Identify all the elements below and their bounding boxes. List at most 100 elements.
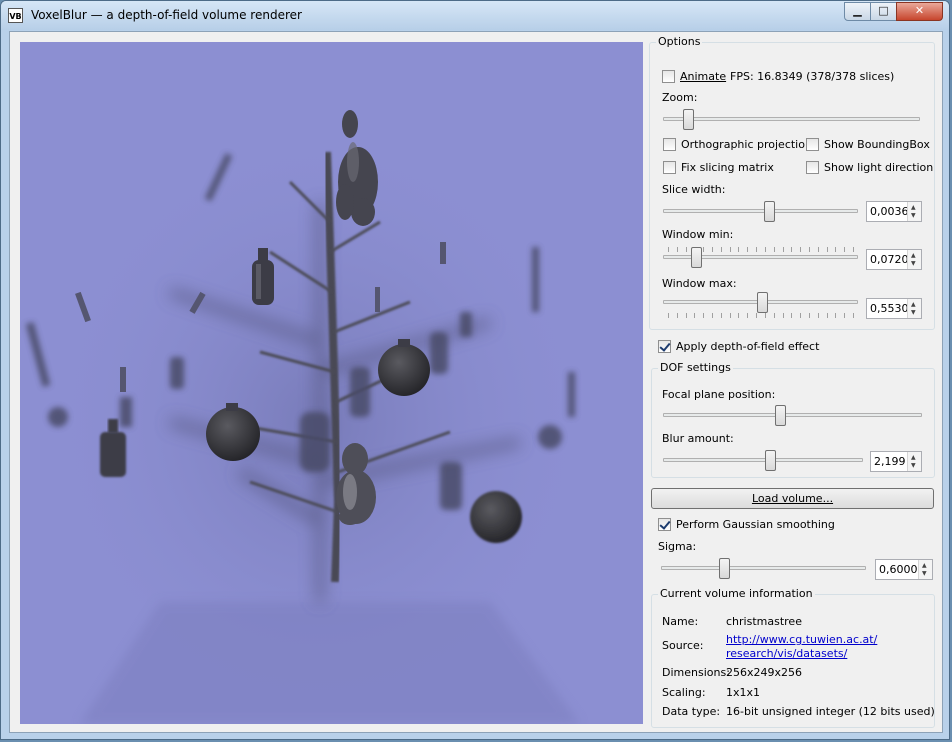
render-viewport[interactable] <box>20 42 643 724</box>
info-source-link-line2[interactable]: research/vis/datasets/ <box>726 647 847 660</box>
slice-width-slider-track[interactable] <box>663 209 858 213</box>
apply-dof-checkbox[interactable] <box>658 340 671 353</box>
fps-readout: FPS: 16.8349 (378/378 slices) <box>730 70 895 83</box>
slider-tick <box>676 247 678 252</box>
zoom-label: Zoom: <box>662 91 698 104</box>
focal-plane-slider-track[interactable] <box>663 413 922 417</box>
info-scaling-label: Scaling: <box>662 686 706 699</box>
slider-tick <box>729 247 731 252</box>
slider-tick <box>720 313 722 318</box>
sigma-spinbox[interactable]: 0,6000 ▲ ▼ <box>875 559 933 580</box>
control-panel: Options Animate FPS: 16.8349 (378/378 sl… <box>649 35 935 730</box>
sigma-spin-arrows[interactable]: ▲ ▼ <box>918 560 932 579</box>
load-volume-button[interactable]: Load volume... <box>651 488 934 509</box>
window-min-slider-handle[interactable] <box>690 247 702 268</box>
focal-plane-slider-handle[interactable] <box>774 405 786 426</box>
title-bar[interactable]: VB VoxelBlur — a depth-of-field volume r… <box>1 1 949 30</box>
blur-amount-slider-track[interactable] <box>663 458 863 462</box>
slider-tick <box>747 313 749 318</box>
slider-tick <box>668 247 669 252</box>
show-bbox-checkbox[interactable] <box>806 138 819 151</box>
zoom-slider-track[interactable] <box>663 117 920 121</box>
volume-rendering <box>20 42 643 724</box>
window-max-spinbox[interactable]: 0,5530 ▲ ▼ <box>866 298 922 319</box>
blur-amount-spinbox[interactable]: 2,199 ▲ ▼ <box>870 451 922 472</box>
dof-settings-group: DOF settings Focal plane position: Blur … <box>651 361 935 478</box>
slider-tick <box>853 247 854 252</box>
slider-tick <box>703 247 705 252</box>
animate-label[interactable]: Animate <box>680 70 726 83</box>
blur-amount-value: 2,199 <box>874 455 906 468</box>
apply-dof-label[interactable]: Apply depth-of-field effect <box>676 340 819 353</box>
slice-width-value: 0,0036 <box>870 205 909 218</box>
volume-info-group: Current volume information Name: christm… <box>651 587 935 728</box>
slice-width-slider-handle[interactable] <box>764 201 776 222</box>
gaussian-label[interactable]: Perform Gaussian smoothing <box>676 518 835 531</box>
close-button[interactable]: ✕ <box>896 2 943 21</box>
slider-tick <box>756 313 758 318</box>
slider-tick <box>791 313 793 318</box>
slider-tick <box>835 313 837 318</box>
fix-slicing-checkbox[interactable] <box>663 161 676 174</box>
slider-tick <box>800 247 802 252</box>
info-source-label: Source: <box>662 639 704 652</box>
orthographic-checkbox[interactable] <box>663 138 676 151</box>
slider-tick <box>685 313 687 318</box>
window-min-spin-arrows[interactable]: ▲ ▼ <box>907 250 921 269</box>
slice-width-spinbox[interactable]: 0,0036 ▲ ▼ <box>866 201 922 222</box>
orthographic-label[interactable]: Orthographic projection <box>681 138 812 151</box>
window-title: VoxelBlur — a depth-of-field volume rend… <box>31 8 302 22</box>
zoom-slider-handle[interactable] <box>682 109 694 130</box>
sigma-slider-track[interactable] <box>661 566 866 570</box>
blur-amount-slider-handle[interactable] <box>765 450 777 471</box>
blur-amount-label: Blur amount: <box>662 432 734 445</box>
window-max-ticks <box>668 313 854 318</box>
slider-tick <box>764 247 766 252</box>
sigma-label: Sigma: <box>658 540 697 553</box>
slider-tick <box>773 247 775 252</box>
options-group: Options Animate FPS: 16.8349 (378/378 sl… <box>649 35 935 330</box>
info-scaling-value: 1x1x1 <box>726 686 761 699</box>
slider-tick <box>703 313 705 318</box>
slider-tick <box>729 313 731 318</box>
slider-tick <box>782 247 784 252</box>
slider-tick <box>756 247 758 252</box>
slider-tick <box>685 247 687 252</box>
animate-checkbox[interactable] <box>662 70 675 83</box>
slider-tick <box>817 247 819 252</box>
slice-width-label: Slice width: <box>662 183 726 196</box>
dof-settings-title: DOF settings <box>658 361 733 374</box>
slider-tick <box>835 247 837 252</box>
sigma-slider-handle[interactable] <box>719 558 731 579</box>
slider-tick <box>782 313 784 318</box>
show-light-checkbox[interactable] <box>806 161 819 174</box>
slider-tick <box>694 313 696 318</box>
slider-tick <box>676 313 678 318</box>
focal-plane-label: Focal plane position: <box>662 388 776 401</box>
window-max-spin-arrows[interactable]: ▲ ▼ <box>907 299 921 318</box>
blur-amount-spin-arrows[interactable]: ▲ ▼ <box>907 452 921 471</box>
show-light-label[interactable]: Show light direction <box>824 161 933 174</box>
fix-slicing-label[interactable]: Fix slicing matrix <box>681 161 774 174</box>
slider-tick <box>817 313 819 318</box>
slider-tick <box>808 247 810 252</box>
gaussian-checkbox[interactable] <box>658 518 671 531</box>
slider-tick <box>712 313 714 318</box>
maximize-button[interactable]: □ <box>870 2 897 21</box>
slider-tick <box>747 247 749 252</box>
info-datatype-label: Data type: <box>662 705 721 718</box>
info-datatype-value: 16-bit unsigned integer (12 bits used) <box>726 705 935 718</box>
slice-width-spin-arrows[interactable]: ▲ ▼ <box>907 202 921 221</box>
info-name-label: Name: <box>662 615 699 628</box>
options-group-title: Options <box>656 35 703 48</box>
info-source-link-line1[interactable]: http://www.cg.tuwien.ac.at/ <box>726 633 877 646</box>
info-dimensions-label: Dimensions: <box>662 666 730 679</box>
show-bbox-label[interactable]: Show BoundingBox <box>824 138 930 151</box>
volume-info-title: Current volume information <box>658 587 815 600</box>
window-max-slider-handle[interactable] <box>756 292 768 313</box>
minimize-button[interactable]: ▁ <box>844 2 871 21</box>
slider-tick <box>764 313 766 318</box>
info-dimensions-value: 256x249x256 <box>726 666 803 679</box>
slider-tick <box>720 247 722 252</box>
window-min-spinbox[interactable]: 0,0720 ▲ ▼ <box>866 249 922 270</box>
